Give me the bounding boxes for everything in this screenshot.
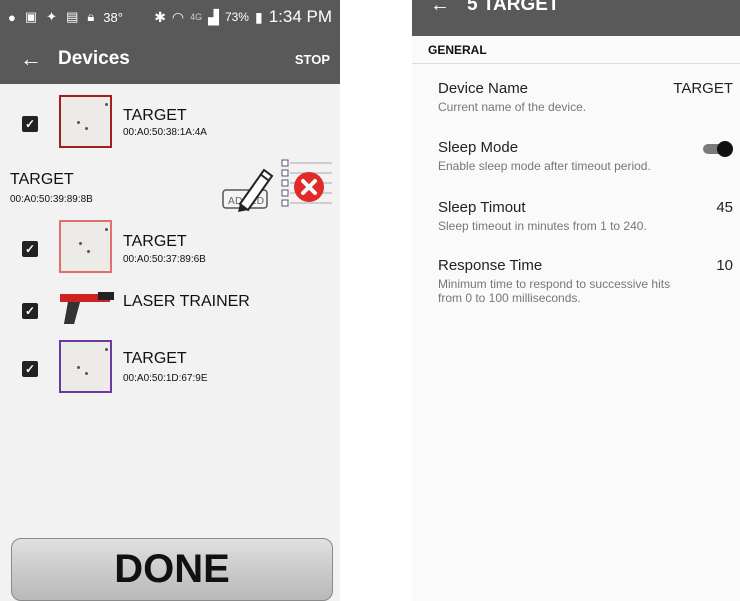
pref-summary: Minimum time to respond to successive hi… <box>438 277 671 305</box>
device-name: TARGET <box>10 171 74 188</box>
device-name: TARGET <box>123 233 187 250</box>
image-icon: ▣ <box>24 9 38 24</box>
devices-screen: ● ▣ ✦ ▤ 🔒︎ 38° ✱ ◠ 4G ▟ 73% ▮ 1:34 PM ← … <box>0 0 340 601</box>
device-checkbox[interactable]: ✓ <box>22 241 38 257</box>
pref-summary: Enable sleep mode after timeout period. <box>438 159 651 173</box>
done-button[interactable]: DONE <box>11 538 333 601</box>
device-checkbox[interactable]: ✓ <box>22 303 38 319</box>
pref-value: TARGET <box>673 80 733 97</box>
pref-device-name[interactable]: Device Name Current name of the device. … <box>438 80 733 114</box>
device-mac: 00:A0:50:39:89:8B <box>10 194 93 205</box>
back-arrow-icon[interactable]: ← <box>430 0 450 17</box>
device-row[interactable]: TARGET 00:A0:50:39:89:8B ADDED <box>0 158 340 218</box>
bluetooth-icon: ✱ <box>154 8 166 25</box>
pref-summary: Sleep timeout in minutes from 1 to 240. <box>438 219 647 233</box>
pref-value: 10 <box>716 257 733 274</box>
app-bar: ← Devices STOP <box>0 34 340 84</box>
back-arrow-icon[interactable]: ← <box>20 46 58 72</box>
target-thumbnail <box>59 220 112 273</box>
target-thumbnail <box>59 95 112 148</box>
device-checkbox[interactable]: ✓ <box>22 361 38 377</box>
device-row[interactable]: ✓ TARGET 00:A0:50:1D:67:9E <box>0 340 340 400</box>
device-row[interactable]: ✓ LASER TRAINER <box>0 284 340 334</box>
temperature: 38° <box>103 9 123 25</box>
pref-summary: Current name of the device. <box>438 100 587 114</box>
app-bar: ← 5 TARGET <box>412 0 740 36</box>
pref-sleep-timeout[interactable]: Sleep Timout Sleep timeout in minutes fr… <box>438 199 733 233</box>
stop-button[interactable]: STOP <box>295 52 330 67</box>
signal-icon: ▟ <box>208 8 219 25</box>
pref-sleep-mode[interactable]: Sleep Mode Enable sleep mode after timeo… <box>438 139 733 173</box>
dropbox-icon: ✦ <box>46 9 58 24</box>
device-row[interactable]: ✓ TARGET 00:A0:50:37:89:6B <box>0 220 340 280</box>
device-checkbox[interactable]: ✓ <box>22 116 38 132</box>
status-bar: ● ▣ ✦ ▤ 🔒︎ 38° ✱ ◠ 4G ▟ 73% ▮ 1:34 PM <box>0 0 340 34</box>
device-name: LASER TRAINER <box>123 293 250 310</box>
device-name: TARGET <box>123 107 187 124</box>
section-header: GENERAL <box>412 36 740 64</box>
device-name: TARGET <box>123 350 187 367</box>
device-row[interactable]: ✓ TARGET 00:A0:50:38:1A:4A <box>0 95 340 155</box>
lock-icon: 🔒︎ <box>87 9 95 24</box>
wifi-icon: ◠ <box>171 8 185 25</box>
gallery-icon: ▤ <box>66 9 79 24</box>
red-x-icon[interactable] <box>292 170 326 204</box>
pref-title: Response Time <box>438 257 543 274</box>
battery-icon: ▮ <box>254 8 263 25</box>
pref-value: 45 <box>716 199 733 216</box>
pref-title: Sleep Mode <box>438 139 519 156</box>
sleep-mode-toggle[interactable] <box>701 141 733 157</box>
pref-response-time[interactable]: Response Time Minimum time to respond to… <box>438 257 733 305</box>
page-title: Devices <box>58 48 130 69</box>
page-title: 5 TARGET <box>467 0 560 15</box>
device-mac: 00:A0:50:1D:67:9E <box>123 373 208 384</box>
device-mac: 00:A0:50:37:89:6B <box>123 254 206 265</box>
clock: 1:34 PM <box>268 7 332 26</box>
battery-percent: 73% <box>224 10 249 24</box>
chat-icon: ● <box>8 9 16 25</box>
pref-title: Sleep Timout <box>438 199 526 216</box>
target-thumbnail <box>59 340 112 393</box>
laser-pistol-icon <box>60 292 114 324</box>
target-settings-screen: ← 5 TARGET GENERAL Device Name Current n… <box>412 0 740 601</box>
network-type: 4G <box>190 12 203 22</box>
device-mac: 00:A0:50:38:1A:4A <box>123 127 207 138</box>
